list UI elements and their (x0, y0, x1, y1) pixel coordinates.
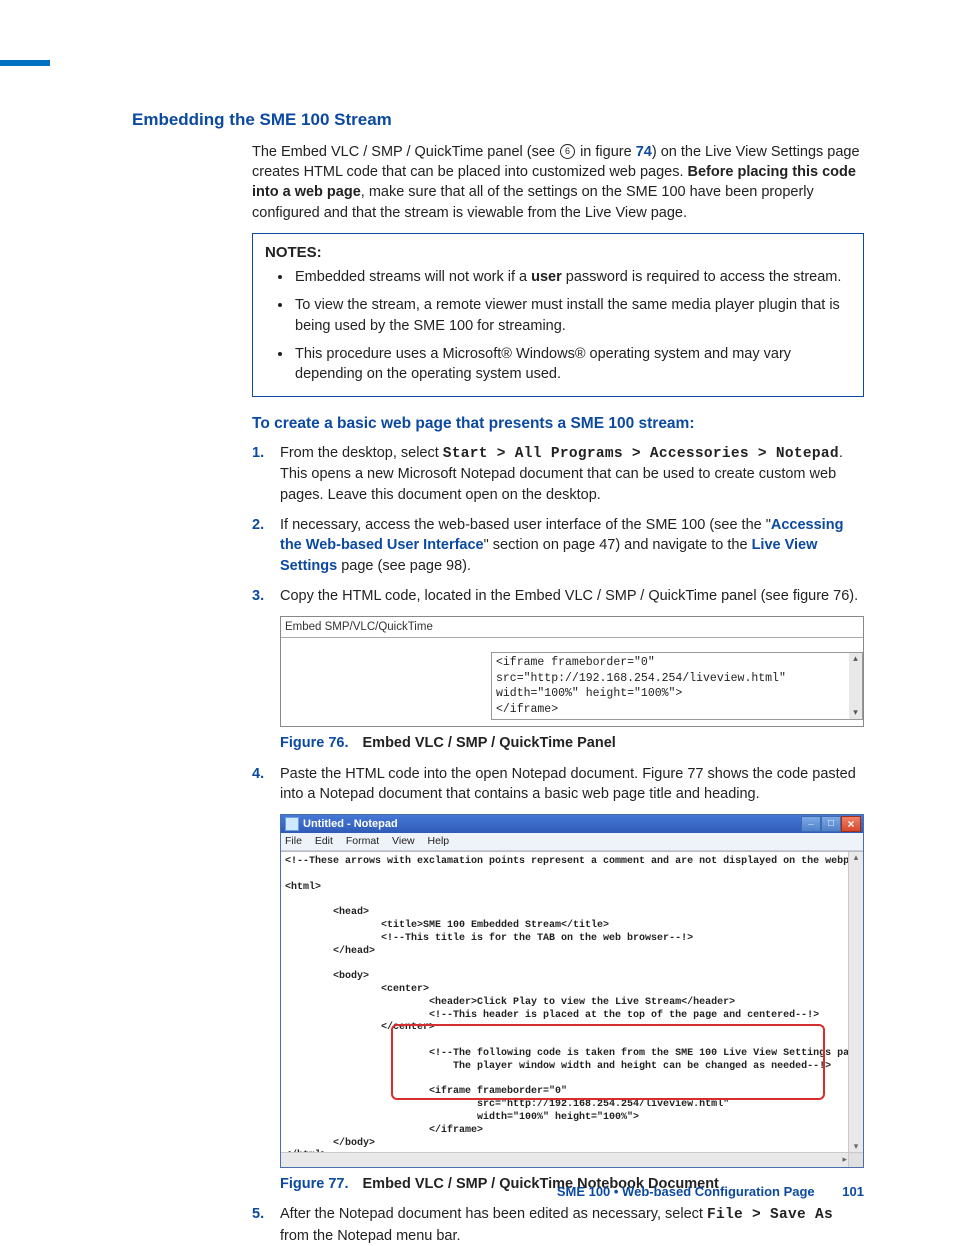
step-item: After the Notepad document has been edit… (252, 1204, 864, 1246)
notepad-textarea[interactable]: <!--These arrows with exclamation points… (281, 852, 863, 1167)
notepad-menubar[interactable]: File Edit Format View Help (281, 833, 863, 851)
figure-number: Figure 77. (280, 1176, 349, 1192)
figure-ref-link[interactable]: 74 (636, 144, 652, 160)
menu-help[interactable]: Help (428, 835, 450, 847)
text: page (see page 98). (337, 558, 471, 574)
scroll-down-icon[interactable]: ▾ (849, 707, 862, 719)
footer-text: SME 100 • Web-based Configuration Page (557, 1184, 815, 1199)
circled-ref-icon: 6 (560, 144, 575, 159)
text: The Embed VLC / SMP / QuickTime panel (s… (252, 144, 559, 160)
menu-view[interactable]: View (392, 835, 415, 847)
scroll-up-icon[interactable]: ▴ (854, 852, 859, 865)
notepad-window: Untitled - Notepad File Edit Format View… (280, 814, 864, 1168)
code-text: <iframe frameborder="0" src="http://192.… (496, 656, 786, 716)
scroll-up-icon[interactable]: ▴ (849, 653, 862, 665)
figure-title: Embed VLC / SMP / QuickTime Panel (363, 735, 616, 751)
text: Embedded streams will not work if a (295, 269, 531, 285)
figure-caption: Figure 76. Embed VLC / SMP / QuickTime Pa… (280, 733, 864, 753)
step-item: From the desktop, select Start > All Pro… (252, 443, 864, 505)
text: If necessary, access the web-based user … (280, 517, 771, 533)
step-item: Paste the HTML code into the open Notepa… (252, 764, 864, 805)
window-title: Untitled - Notepad (303, 817, 398, 832)
scrollbar-horizontal[interactable]: ▸ (281, 1152, 849, 1167)
emphasis: user (531, 269, 562, 285)
page-footer: SME 100 • Web-based Configuration Page 1… (557, 1183, 864, 1201)
notepad-icon (285, 817, 299, 831)
page-number: 101 (842, 1184, 864, 1199)
panel-header: Embed SMP/VLC/QuickTime (281, 617, 863, 638)
section-heading: Embedding the SME 100 Stream (132, 108, 864, 132)
figure-number: Figure 76. (280, 735, 349, 751)
text: in figure (576, 144, 636, 160)
notes-box: NOTES: Embedded streams will not work if… (252, 233, 864, 397)
menu-path: Start > All Programs > Accessories > Not… (443, 446, 839, 462)
intro-paragraph: The Embed VLC / SMP / QuickTime panel (s… (252, 142, 864, 223)
scrollbar-vertical[interactable]: ▴▾ (848, 852, 863, 1153)
notepad-titlebar[interactable]: Untitled - Notepad (281, 815, 863, 833)
embed-code-textarea[interactable]: <iframe frameborder="0" src="http://192.… (491, 652, 863, 720)
menu-path: File > Save As (707, 1207, 833, 1223)
scrollbar-vertical[interactable]: ▴▾ (849, 653, 862, 719)
embed-panel: Embed SMP/VLC/QuickTime <iframe framebor… (280, 616, 864, 727)
note-item: Embedded streams will not work if a user… (293, 267, 851, 287)
step-item: Copy the HTML code, located in the Embed… (252, 586, 864, 606)
note-item: To view the stream, a remote viewer must… (293, 295, 851, 336)
subsection-heading: To create a basic web page that presents… (252, 413, 864, 435)
page-accent (0, 60, 50, 66)
text: From the desktop, select (280, 445, 443, 461)
notes-title: NOTES: (265, 242, 851, 263)
maximize-button[interactable] (821, 816, 841, 832)
menu-file[interactable]: File (285, 835, 302, 847)
close-button[interactable] (841, 816, 861, 832)
step-item: If necessary, access the web-based user … (252, 515, 864, 576)
text: " section on page 47) and navigate to th… (484, 537, 752, 553)
menu-edit[interactable]: Edit (315, 835, 333, 847)
text: from the Notepad menu bar. (280, 1228, 461, 1244)
note-item: This procedure uses a Microsoft® Windows… (293, 344, 851, 385)
minimize-button[interactable] (801, 816, 821, 832)
scroll-right-icon[interactable]: ▸ (842, 1154, 847, 1167)
resize-grip-icon[interactable] (848, 1152, 863, 1167)
menu-format[interactable]: Format (346, 835, 379, 847)
text: After the Notepad document has been edit… (280, 1206, 707, 1222)
text: password is required to access the strea… (562, 269, 842, 285)
